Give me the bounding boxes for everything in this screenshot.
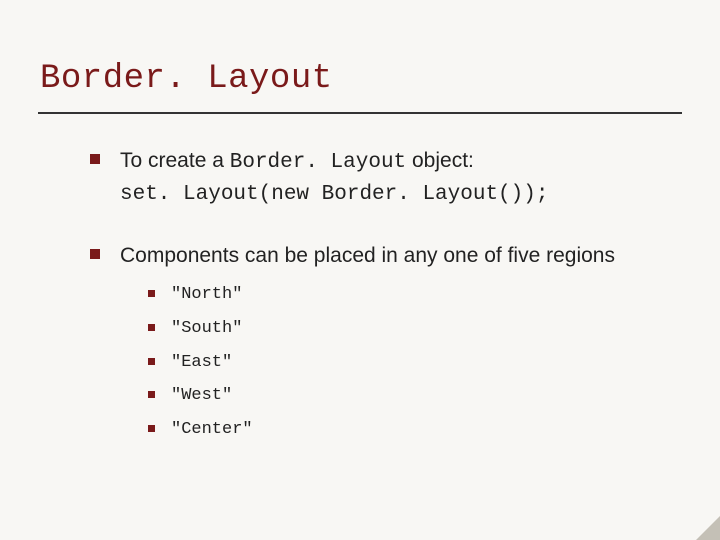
list-item-text: Components can be placed in any one of f… xyxy=(120,244,615,267)
sublist-item: "North" xyxy=(148,283,615,308)
sublist-item: "East" xyxy=(148,351,615,376)
list-item-body: To create a Border. Layout object: set. … xyxy=(120,146,548,211)
bullet-icon xyxy=(148,425,155,432)
sublist-text: "South" xyxy=(171,317,242,342)
list-item: Components can be placed in any one of f… xyxy=(90,241,664,452)
bullet-icon xyxy=(148,358,155,365)
list-item: To create a Border. Layout object: set. … xyxy=(90,146,664,211)
bullet-icon xyxy=(90,154,100,164)
sublist-text: "North" xyxy=(171,283,242,308)
sublist-item: "South" xyxy=(148,317,615,342)
text-prefix: To create a xyxy=(120,149,230,172)
sublist-item: "Center" xyxy=(148,418,615,443)
sublist-text: "Center" xyxy=(171,418,253,443)
list-item-body: Components can be placed in any one of f… xyxy=(120,241,615,452)
page-corner-decoration xyxy=(696,516,720,540)
sublist-text: "East" xyxy=(171,351,232,376)
text-mid: object: xyxy=(406,149,474,172)
content-area: To create a Border. Layout object: set. … xyxy=(0,114,720,452)
bullet-icon xyxy=(148,324,155,331)
sublist: "North" "South" "East" "West" "Center" xyxy=(120,283,615,442)
sublist-item: "West" xyxy=(148,384,615,409)
bullet-icon xyxy=(148,391,155,398)
bullet-icon xyxy=(90,249,100,259)
bullet-icon xyxy=(148,290,155,297)
sublist-text: "West" xyxy=(171,384,232,409)
code-line: set. Layout(new Border. Layout()); xyxy=(120,183,548,206)
inline-code: Border. Layout xyxy=(230,151,406,174)
slide-title: Border. Layout xyxy=(40,60,680,98)
